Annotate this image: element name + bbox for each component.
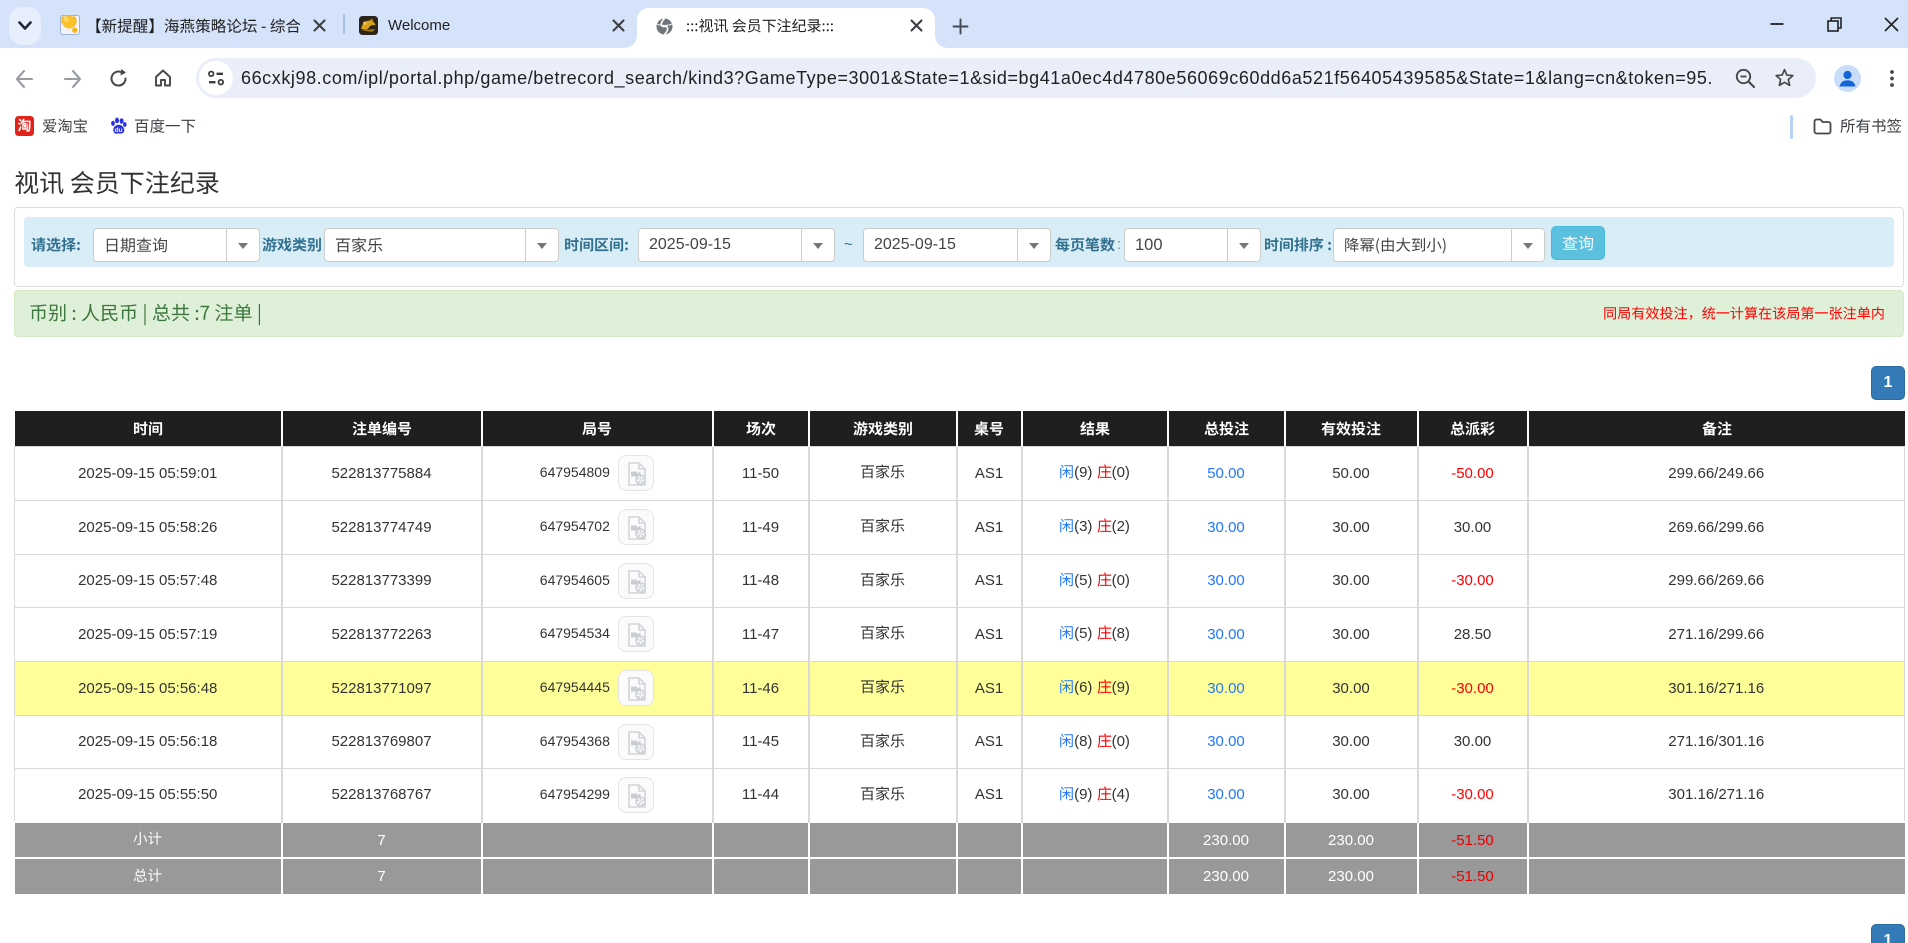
svg-text:du: du	[115, 127, 123, 134]
